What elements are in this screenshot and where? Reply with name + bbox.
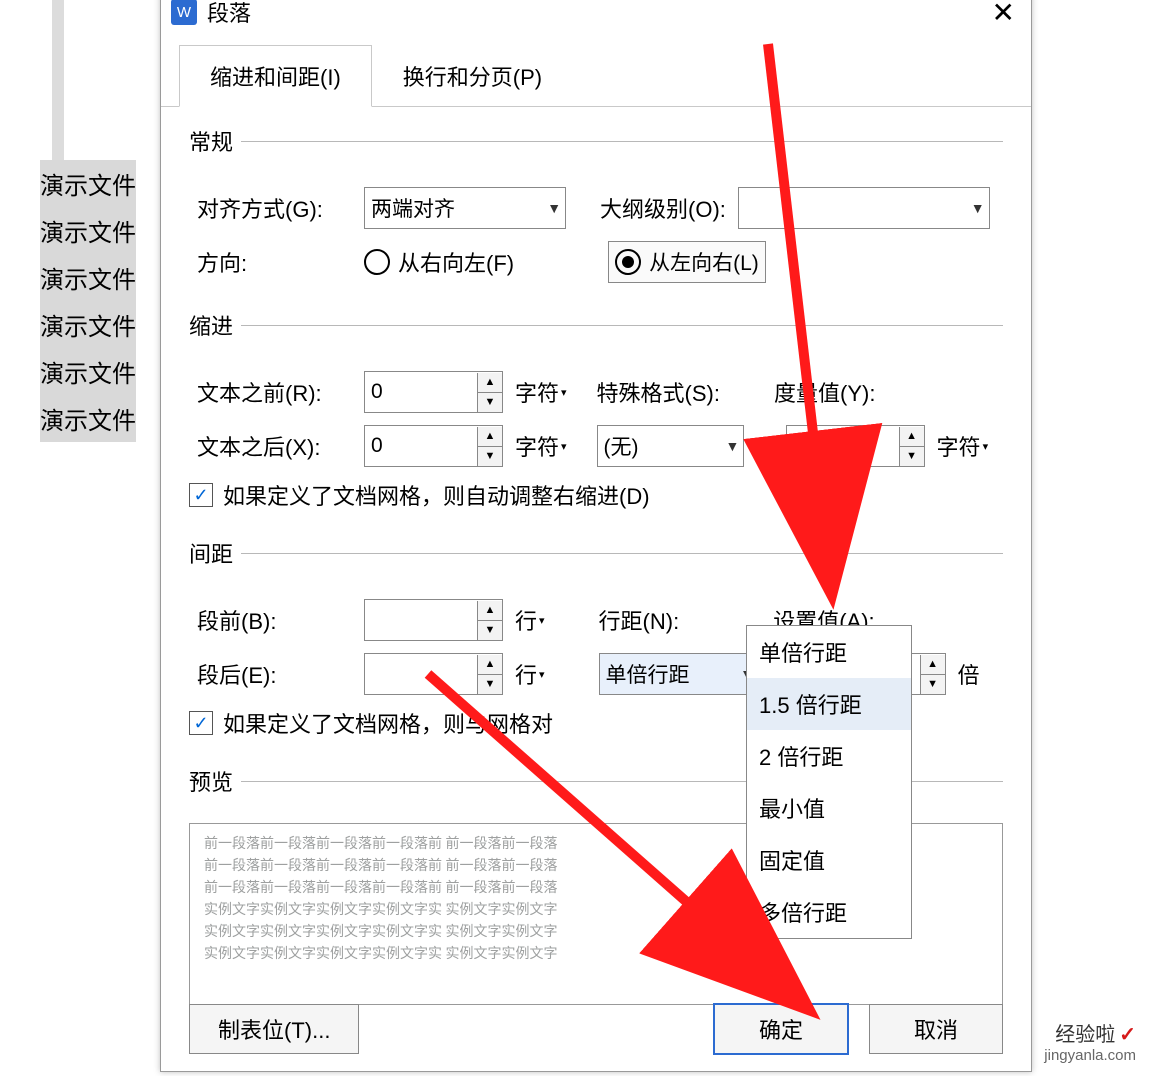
- ok-button[interactable]: 确定: [713, 1003, 849, 1055]
- section-general-legend: 常规: [189, 125, 241, 157]
- text-after-spin[interactable]: ▲▼: [364, 425, 503, 467]
- doc-line: 演示文件: [40, 395, 136, 442]
- doc-line: 演示文件: [40, 348, 136, 395]
- line-spacing-option[interactable]: 1.5 倍行距: [747, 678, 911, 730]
- doc-background: 演示文件 演示文件 演示文件 演示文件 演示文件 演示文件: [40, 160, 136, 442]
- line-unit[interactable]: 行▾: [515, 604, 545, 636]
- paragraph-dialog: W 段落 ✕ 缩进和间距(I) 换行和分页(P) 常规 对齐方式(G): ▼ 大…: [160, 0, 1032, 1072]
- text-after-label: 文本之后(X):: [189, 430, 352, 462]
- section-preview-legend: 预览: [189, 765, 241, 797]
- doc-line: 演示文件: [40, 207, 136, 254]
- special-format-label: 特殊格式(S):: [597, 376, 720, 408]
- special-format-select[interactable]: ▼: [597, 425, 744, 467]
- spin-up-icon[interactable]: ▲: [478, 601, 502, 621]
- auto-adjust-indent-checkbox[interactable]: ✓ 如果定义了文档网格，则自动调整右缩进(D): [189, 479, 650, 511]
- dialog-button-row: 制表位(T)... 确定 取消: [161, 1003, 1031, 1055]
- section-indent: 缩进 文本之前(R): ▲▼ 字符▾ 特殊格式(S): 度量值(Y): 文本之后…: [189, 309, 1003, 529]
- text-before-value[interactable]: [365, 373, 477, 411]
- line-spacing-option[interactable]: 单倍行距: [747, 626, 911, 678]
- space-before-label: 段前(B):: [189, 604, 352, 636]
- outline-label: 大纲级别(O):: [600, 192, 726, 224]
- tab-line-page-breaks[interactable]: 换行和分页(P): [372, 45, 573, 107]
- cancel-button[interactable]: 取消: [869, 1004, 1003, 1054]
- dialog-title: 段落: [207, 0, 986, 28]
- line-spacing-option[interactable]: 2 倍行距: [747, 730, 911, 782]
- line-spacing-option[interactable]: 多倍行距: [747, 886, 911, 938]
- space-after-spin[interactable]: ▲▼: [364, 653, 503, 695]
- direction-label: 方向:: [189, 246, 352, 278]
- tab-indent-spacing[interactable]: 缩进和间距(I): [179, 45, 372, 107]
- section-spacing-legend: 间距: [189, 537, 241, 569]
- text-before-label: 文本之前(R):: [189, 376, 352, 408]
- outline-value[interactable]: [739, 189, 967, 227]
- spin-up-icon[interactable]: ▲: [921, 655, 945, 675]
- at-unit: 倍: [958, 658, 980, 690]
- section-indent-legend: 缩进: [189, 309, 241, 341]
- app-icon: W: [171, 0, 197, 25]
- text-before-spin[interactable]: ▲▼: [364, 371, 503, 413]
- line-spacing-select[interactable]: ▼: [599, 653, 759, 695]
- line-spacing-option[interactable]: 固定值: [747, 834, 911, 886]
- indent-unit[interactable]: 字符▾: [515, 376, 567, 408]
- measure-unit[interactable]: 字符▾: [937, 430, 989, 462]
- title-bar: W 段落 ✕: [161, 0, 1031, 33]
- spin-up-icon[interactable]: ▲: [478, 655, 502, 675]
- measure-spin[interactable]: ▲▼: [786, 425, 925, 467]
- direction-ltr-radio[interactable]: 从左向右(L): [608, 241, 766, 283]
- doc-line: 演示文件: [40, 254, 136, 301]
- spin-up-icon[interactable]: ▲: [478, 427, 502, 447]
- chevron-down-icon: ▼: [722, 438, 742, 454]
- text-after-value[interactable]: [365, 427, 477, 465]
- outline-level-select[interactable]: ▼: [738, 187, 990, 229]
- tabs-button[interactable]: 制表位(T)...: [189, 1004, 359, 1054]
- spin-down-icon[interactable]: ▼: [478, 393, 502, 412]
- space-after-label: 段后(E):: [189, 658, 352, 690]
- spin-down-icon[interactable]: ▼: [478, 675, 502, 694]
- preview-line: 实例文字实例文字实例文字实例文字实 实例文字实例文字: [204, 944, 988, 966]
- tab-bar: 缩进和间距(I) 换行和分页(P): [161, 45, 1031, 107]
- line-spacing-option[interactable]: 最小值: [747, 782, 911, 834]
- indent-unit[interactable]: 字符▾: [515, 430, 567, 462]
- direction-rtl-radio[interactable]: 从右向左(F): [364, 246, 514, 278]
- doc-line: 演示文件: [40, 160, 136, 207]
- alignment-value[interactable]: [365, 189, 543, 227]
- doc-line: 演示文件: [40, 301, 136, 348]
- spin-up-icon[interactable]: ▲: [478, 373, 502, 393]
- spin-down-icon[interactable]: ▼: [900, 447, 924, 466]
- alignment-select[interactable]: ▼: [364, 187, 566, 229]
- chevron-down-icon: ▼: [543, 200, 565, 216]
- spin-down-icon[interactable]: ▼: [478, 621, 502, 640]
- measure-label: 度量值(Y):: [774, 376, 875, 408]
- spin-down-icon[interactable]: ▼: [478, 447, 502, 466]
- chevron-down-icon: ▼: [966, 200, 988, 216]
- snap-to-grid-checkbox[interactable]: ✓ 如果定义了文档网格，则与网格对: [189, 707, 553, 739]
- watermark: 经验啦✓ jingyanla.com: [1044, 1018, 1136, 1064]
- line-spacing-dropdown: 单倍行距 1.5 倍行距 2 倍行距 最小值 固定值 多倍行距: [746, 625, 912, 939]
- close-icon[interactable]: ✕: [986, 0, 1021, 29]
- space-before-spin[interactable]: ▲▼: [364, 599, 503, 641]
- spin-up-icon[interactable]: ▲: [900, 427, 924, 447]
- line-spacing-label: 行距(N):: [599, 604, 680, 636]
- alignment-label: 对齐方式(G):: [189, 192, 352, 224]
- section-general: 常规 对齐方式(G): ▼ 大纲级别(O): ▼ 方向: 从右向左(F) 从左向…: [189, 125, 1003, 301]
- line-unit[interactable]: 行▾: [515, 658, 545, 690]
- spin-down-icon[interactable]: ▼: [921, 675, 945, 694]
